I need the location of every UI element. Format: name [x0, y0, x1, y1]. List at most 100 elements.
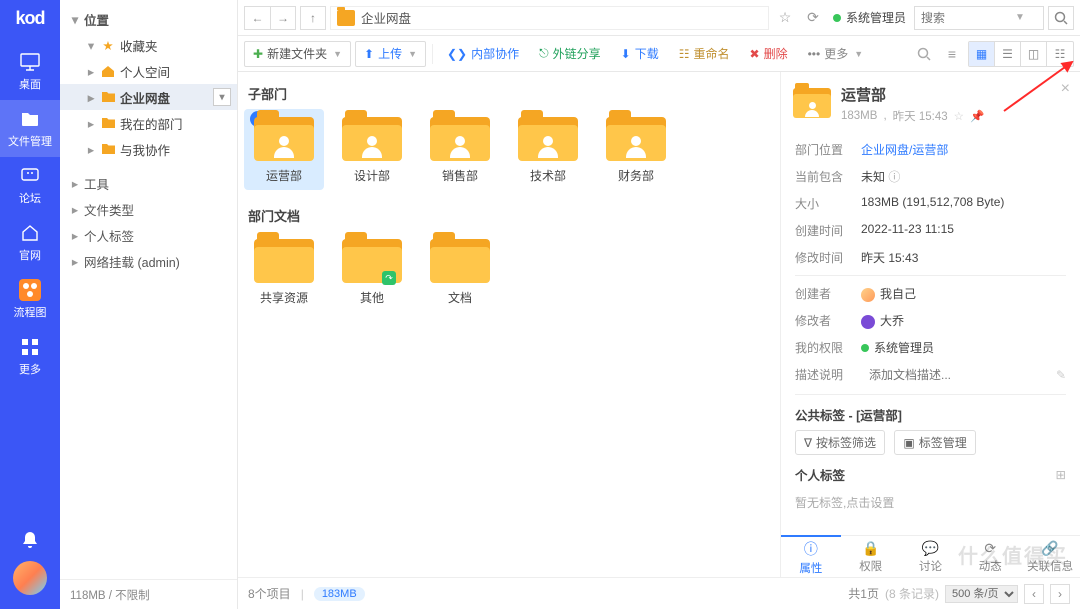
rail-label: 桌面: [19, 76, 41, 92]
folder-item[interactable]: 技术部: [508, 109, 588, 190]
share-icon: ❮❯: [447, 47, 467, 61]
external-share-button[interactable]: ⎋外链分享: [531, 41, 609, 67]
nav-back[interactable]: ←: [244, 6, 270, 30]
manage-tags-button[interactable]: ▣标签管理: [894, 430, 975, 455]
breadcrumb[interactable]: 企业网盘: [330, 6, 769, 30]
folder-item[interactable]: 财务部: [596, 109, 676, 190]
chevron-right-icon: ▸: [70, 178, 80, 188]
rail-site[interactable]: 官网: [0, 214, 60, 271]
rail-desktop[interactable]: 桌面: [0, 43, 60, 100]
pin-icon[interactable]: 📌: [970, 109, 984, 123]
rename-button[interactable]: ☷重命名: [671, 41, 738, 67]
tree-mounts[interactable]: ▸网络挂载 (admin): [60, 248, 237, 274]
view-icons[interactable]: ▦: [969, 42, 995, 66]
btn-label: 内部协作: [471, 45, 519, 62]
kv-value[interactable]: 企业网盘/运营部: [861, 141, 1066, 158]
tree-header[interactable]: ▾ 位置: [60, 6, 237, 32]
folder-icon: [518, 115, 578, 161]
folder-item[interactable]: 共享资源: [244, 231, 324, 312]
personal-tags-hint[interactable]: 暂无标签,点击设置: [795, 490, 1066, 515]
description-input[interactable]: [869, 368, 1048, 382]
star-button[interactable]: ☆: [773, 6, 797, 30]
tree-footer: 118MB / 不限制: [60, 579, 237, 609]
close-button[interactable]: ×: [1061, 80, 1070, 98]
rail-label: 官网: [19, 247, 41, 263]
chevron-down-icon[interactable]: ▼: [1015, 12, 1025, 23]
rail-avatar[interactable]: [13, 561, 47, 595]
tree-label: 企业网盘: [120, 88, 170, 107]
kv-key: 创建时间: [795, 222, 861, 239]
user-name: 系统管理员: [846, 9, 906, 26]
tree-label: 文件类型: [84, 200, 134, 219]
avatar-icon: [861, 288, 875, 302]
folder-item[interactable]: ↷ 其他: [332, 231, 412, 312]
tree-favorites[interactable]: ▾ ★ 收藏夹: [60, 32, 237, 58]
user-chip[interactable]: 系统管理员: [829, 9, 910, 26]
nav-forward[interactable]: →: [270, 6, 296, 30]
rail-files[interactable]: 文件管理: [0, 100, 60, 157]
tree-tags[interactable]: ▸个人标签: [60, 222, 237, 248]
tree-filetypes[interactable]: ▸文件类型: [60, 196, 237, 222]
details-size: 183MB: [841, 110, 877, 122]
total-size: 183MB: [314, 587, 365, 601]
star-icon[interactable]: ☆: [954, 109, 964, 123]
search-box[interactable]: ▼: [914, 6, 1044, 30]
record-count: (8 条记录): [885, 585, 939, 602]
chevron-down-icon: ▾: [70, 14, 80, 24]
folder-item[interactable]: ✓ 运营部: [244, 109, 324, 190]
more-button[interactable]: •••更多▼: [800, 41, 872, 67]
details-tab[interactable]: ⓘ属性: [781, 535, 841, 577]
rail-more[interactable]: 更多: [0, 328, 60, 385]
tab-icon: ⓘ: [804, 539, 818, 559]
tree-shared[interactable]: ▸ 与我协作: [60, 136, 237, 162]
tree-label: 与我协作: [120, 140, 170, 159]
folder-icon: ↷: [342, 237, 402, 283]
details-header: 运营部 183MB, 昨天 15:43 ☆ 📌 ×: [781, 72, 1080, 132]
rail-notifications[interactable]: [0, 519, 60, 561]
upload-button[interactable]: ⬆上传▼: [355, 41, 426, 67]
details-tab[interactable]: 🔗关联信息: [1020, 536, 1080, 577]
search-button[interactable]: [1048, 6, 1074, 30]
details-tab[interactable]: ⟳动态: [960, 536, 1020, 577]
btn-label: 新建文件夹: [267, 45, 327, 62]
file-grid[interactable]: 子部门 ✓ 运营部 设计部 销售部 技术部 财务部 部门文档 共享资源 ↷ 其他…: [238, 72, 780, 577]
delete-button[interactable]: ✖删除: [742, 41, 796, 67]
tree-item-menu[interactable]: ▾: [213, 88, 231, 106]
filter-tags-button[interactable]: ∇按标签筛选: [795, 430, 885, 455]
view-details[interactable]: ☷: [1047, 42, 1073, 66]
page-next[interactable]: ›: [1050, 584, 1070, 604]
rail-forum[interactable]: 论坛: [0, 157, 60, 214]
logo: kod: [15, 8, 44, 29]
download-icon: ⬇: [621, 47, 631, 61]
zoom-button[interactable]: [912, 42, 936, 66]
folder-icon: [254, 237, 314, 283]
folder-item[interactable]: 文档: [420, 231, 500, 312]
tree-enterprise[interactable]: ▸ 企业网盘 ▾: [60, 84, 237, 110]
new-folder-button[interactable]: ✚新建文件夹▼: [244, 41, 351, 67]
internal-share-button[interactable]: ❮❯ 内部协作: [439, 41, 527, 67]
details-tab[interactable]: 💬讨论: [901, 536, 961, 577]
add-tag-button[interactable]: ⊞: [1056, 467, 1066, 482]
view-columns[interactable]: ◫: [1021, 42, 1047, 66]
filter-icon: ∇: [804, 436, 812, 450]
search-input[interactable]: [921, 11, 1011, 25]
nav-up[interactable]: ↑: [300, 6, 326, 30]
refresh-button[interactable]: ⟳: [801, 6, 825, 30]
page-prev[interactable]: ‹: [1024, 584, 1044, 604]
rail-label: 文件管理: [8, 133, 52, 149]
tree-label: 我在的部门: [120, 114, 183, 133]
details-tab[interactable]: 🔒权限: [841, 536, 901, 577]
sort-button[interactable]: ≡: [940, 42, 964, 66]
per-page-select[interactable]: 500 条/页: [945, 585, 1018, 603]
folder-item[interactable]: 设计部: [332, 109, 412, 190]
folder-label: 其他: [360, 289, 384, 306]
view-list[interactable]: ☰: [995, 42, 1021, 66]
tree-tools[interactable]: ▸工具: [60, 170, 237, 196]
info-icon[interactable]: ⓘ: [888, 170, 900, 184]
tree-my-dept[interactable]: ▸ 我在的部门: [60, 110, 237, 136]
download-button[interactable]: ⬇下载: [613, 41, 667, 67]
rail-flow[interactable]: 流程图: [0, 271, 60, 328]
edit-icon[interactable]: ✎: [1056, 368, 1066, 382]
folder-item[interactable]: 销售部: [420, 109, 500, 190]
tree-personal[interactable]: ▸ 个人空间: [60, 58, 237, 84]
